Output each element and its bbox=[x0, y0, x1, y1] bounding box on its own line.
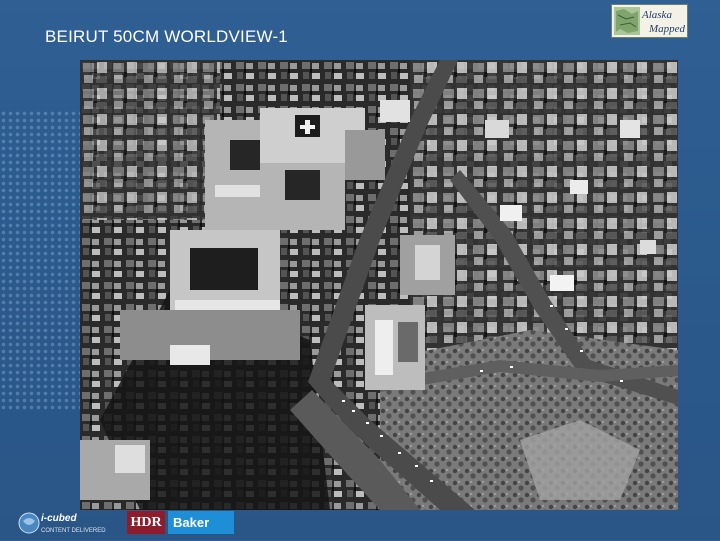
world-map-dot-pattern bbox=[0, 110, 90, 410]
baker-logo: Baker bbox=[168, 511, 234, 534]
satellite-image bbox=[80, 60, 678, 510]
icubed-tagline: CONTENT DELIVERED bbox=[41, 528, 106, 534]
alaska-logo-text-1: Alaska bbox=[641, 9, 672, 21]
hdr-logo: HDR bbox=[127, 511, 165, 534]
icubed-logo: i-cubed CONTENT DELIVERED bbox=[18, 510, 118, 536]
alaska-logo-text-2: Mapped bbox=[648, 23, 686, 35]
icubed-name: i-cubed bbox=[41, 513, 77, 524]
slide-title: BEIRUT 50CM WORLDVIEW-1 bbox=[45, 27, 288, 46]
alaska-mapped-logo: Alaska Mapped bbox=[611, 4, 688, 38]
